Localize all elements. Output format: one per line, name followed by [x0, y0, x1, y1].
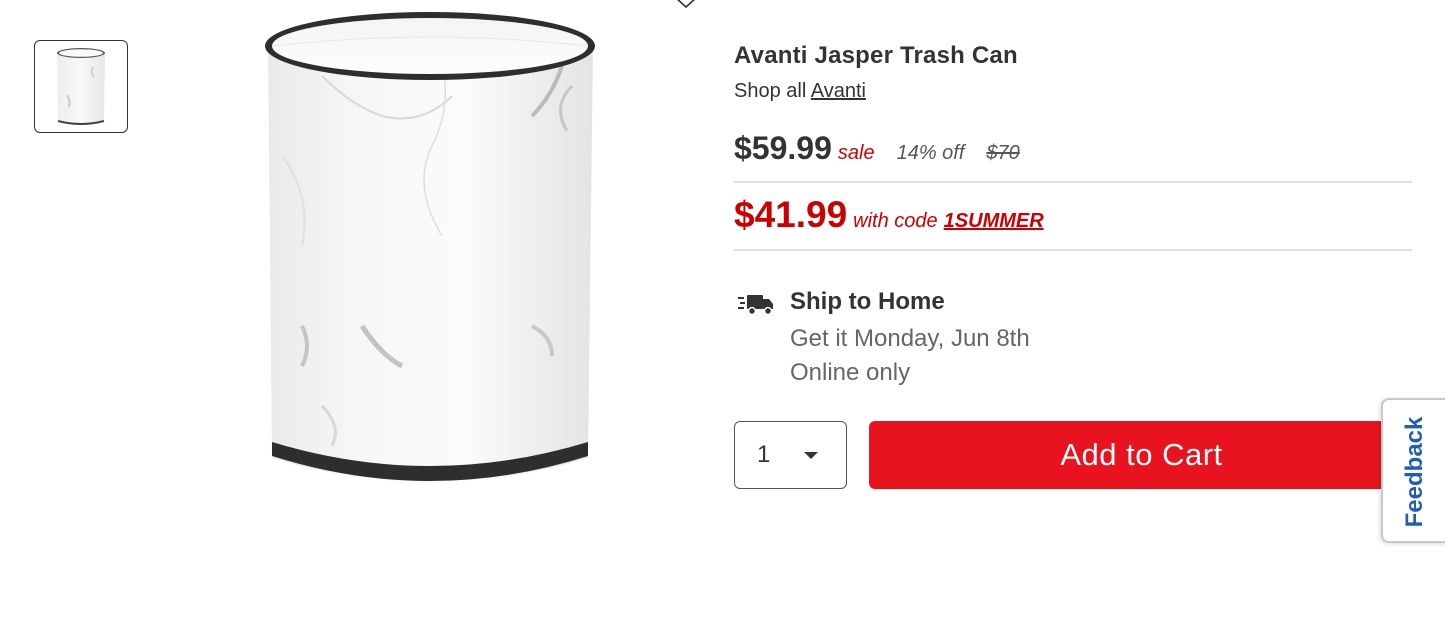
sale-label: sale: [837, 142, 875, 164]
shipping-availability: Online only: [790, 359, 911, 386]
delivery-truck-icon: [738, 295, 773, 316]
percent-off: 14% off: [896, 142, 965, 164]
divider: [734, 249, 1412, 251]
thumbnail-image: [57, 47, 105, 125]
promo-price: $41.99: [734, 194, 848, 235]
current-price: $59.99: [734, 130, 832, 166]
brand-link[interactable]: Avanti: [811, 80, 866, 102]
product-page: Avanti Jasper Trash Can Shop all Avanti …: [0, 0, 1445, 625]
product-thumbnail[interactable]: [34, 40, 128, 133]
product-image: [265, 12, 595, 482]
shipping-date: Get it Monday, Jun 8th: [790, 325, 1030, 352]
shop-all-line: Shop all Avanti: [734, 80, 866, 103]
quantity-value: 1: [757, 441, 771, 468]
promo-text: with code: [853, 210, 938, 232]
add-to-cart-button[interactable]: Add to Cart: [869, 421, 1414, 489]
feedback-label: Feedback: [1401, 416, 1428, 528]
divider: [734, 181, 1412, 183]
product-title: Avanti Jasper Trash Can: [734, 42, 1018, 69]
promo-row: $41.99 with code 1SUMMER: [734, 194, 1044, 236]
chevron-down-icon[interactable]: [674, 0, 698, 10]
caret-down-icon: [804, 452, 818, 459]
shop-all-prefix: Shop all: [734, 80, 807, 102]
quantity-select[interactable]: 1: [734, 421, 847, 489]
promo-code-link[interactable]: 1SUMMER: [944, 210, 1044, 233]
price-row: $59.99 sale 14% off $70: [734, 130, 1020, 167]
feedback-tab[interactable]: Feedback: [1381, 398, 1445, 543]
shipping-title: Ship to Home: [790, 288, 945, 315]
regular-price: $70: [986, 142, 1020, 164]
